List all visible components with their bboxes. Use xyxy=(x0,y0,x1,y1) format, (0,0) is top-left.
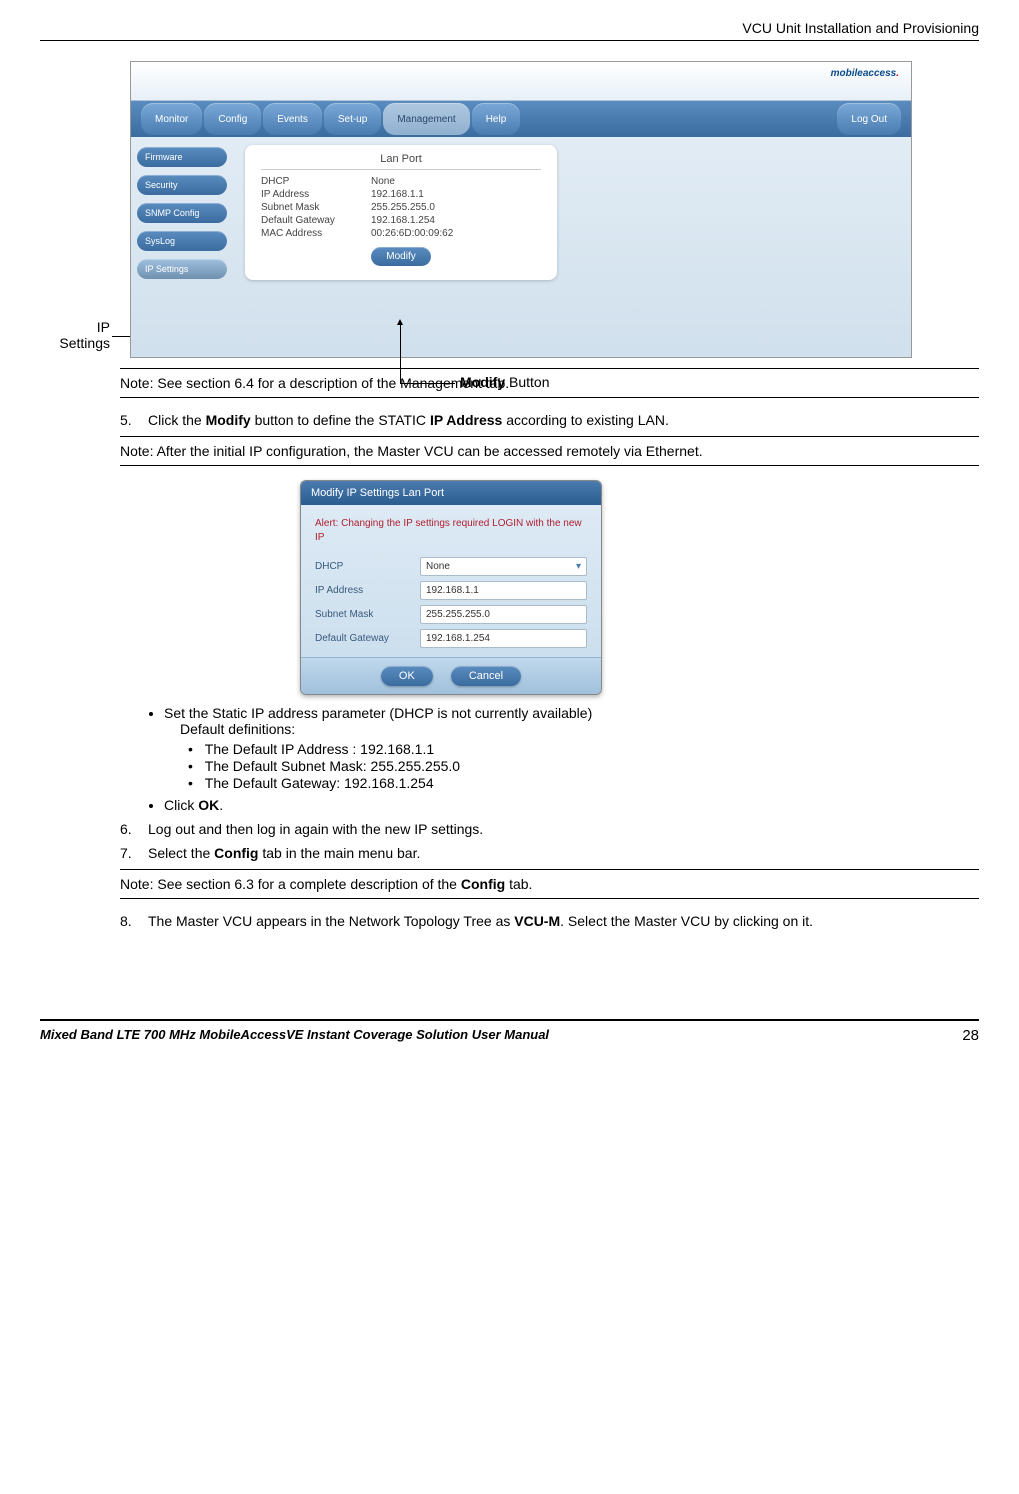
note-config-tab: Note: See section 6.3 for a complete des… xyxy=(120,869,979,899)
ok-button[interactable]: OK xyxy=(381,666,433,686)
bullet-set-static: Set the Static IP address parameter (DHC… xyxy=(164,705,979,791)
sidebar-firmware[interactable]: Firmware xyxy=(137,147,227,167)
lan-panel-title: Lan Port xyxy=(261,153,541,170)
nav-help[interactable]: Help xyxy=(472,103,521,135)
page-number: 28 xyxy=(962,1027,979,1044)
dialog-alert: Alert: Changing the IP settings required… xyxy=(315,517,587,545)
header-title: VCU Unit Installation and Provisioning xyxy=(742,20,979,36)
dhcp-select[interactable]: None xyxy=(420,557,587,576)
page-footer: Mixed Band LTE 700 MHz MobileAccessVE In… xyxy=(40,1019,979,1044)
sub-bullet-ip: The Default IP Address : 192.168.1.1 xyxy=(188,741,979,757)
lan-row-mask: Subnet Mask255.255.255.0 xyxy=(261,202,541,213)
sub-bullet-gateway: The Default Gateway: 192.168.1.254 xyxy=(188,775,979,791)
logo-mobileaccess: mobileaccess. xyxy=(831,68,899,79)
sidebar-security[interactable]: Security xyxy=(137,175,227,195)
sub-bullet-list: The Default IP Address : 192.168.1.1 The… xyxy=(164,741,979,791)
lan-row-ip: IP Address192.168.1.1 xyxy=(261,189,541,200)
nav-setup[interactable]: Set-up xyxy=(324,103,381,135)
lan-row-dhcp: DHCPNone xyxy=(261,176,541,187)
topbar: mobileaccess. xyxy=(131,62,911,101)
modify-button[interactable]: Modify xyxy=(371,247,431,266)
sub-bullet-mask: The Default Subnet Mask: 255.255.255.0 xyxy=(188,758,979,774)
main-nav: Monitor Config Events Set-up Management … xyxy=(131,101,911,137)
sidebar-syslog[interactable]: SysLog xyxy=(137,231,227,251)
dialog-row-mask: Subnet Mask 255.255.255.0 xyxy=(315,605,587,624)
nav-management[interactable]: Management xyxy=(383,103,469,135)
callout-modify-label: Modify Button xyxy=(460,374,549,390)
step-8: 8. The Master VCU appears in the Network… xyxy=(120,913,979,929)
note-after-initial-ip: Note: After the initial IP configuration… xyxy=(120,436,979,466)
sidebar-snmp-config[interactable]: SNMP Config xyxy=(137,203,227,223)
dialog-buttons: OK Cancel xyxy=(301,657,601,694)
note-management-tab: Note: See section 6.4 for a description … xyxy=(120,368,979,398)
dialog-title: Modify IP Settings Lan Port xyxy=(301,481,601,505)
nav-events[interactable]: Events xyxy=(263,103,322,135)
bullet-click-ok: Click OK. xyxy=(164,797,979,813)
callout-ip-settings-label: IP Settings xyxy=(40,319,110,351)
sidebar: Firmware Security SNMP Config SysLog IP … xyxy=(131,137,233,358)
figure-management-ip-settings: IP Settings mobileaccess. Monitor Config… xyxy=(120,61,979,358)
sidebar-ip-settings[interactable]: IP Settings xyxy=(137,259,227,279)
lan-row-mac: MAC Address00:26:6D:00:09:62 xyxy=(261,228,541,239)
nav-config[interactable]: Config xyxy=(204,103,261,135)
step-6: 6. Log out and then log in again with th… xyxy=(120,821,979,837)
dialog-modify-ip-settings: Modify IP Settings Lan Port Alert: Chang… xyxy=(300,480,602,695)
ip-address-input[interactable]: 192.168.1.1 xyxy=(420,581,587,600)
dialog-row-dhcp: DHCP None xyxy=(315,557,587,576)
subnet-mask-input[interactable]: 255.255.255.0 xyxy=(420,605,587,624)
dialog-row-ip: IP Address 192.168.1.1 xyxy=(315,581,587,600)
callout-modify-line xyxy=(400,383,455,384)
bullet-list: Set the Static IP address parameter (DHC… xyxy=(120,705,979,813)
management-ui-screenshot: mobileaccess. Monitor Config Events Set-… xyxy=(130,61,912,358)
dialog-row-gateway: Default Gateway 192.168.1.254 xyxy=(315,629,587,648)
callout-modify-arrow xyxy=(400,324,401,384)
lan-port-panel: Lan Port DHCPNone IP Address192.168.1.1 … xyxy=(245,145,557,280)
nav-monitor[interactable]: Monitor xyxy=(141,103,202,135)
step-7: 7. Select the Config tab in the main men… xyxy=(120,845,979,861)
default-definitions-label: Default definitions: xyxy=(180,721,979,737)
step-5: 5. Click the Modify button to define the… xyxy=(120,412,979,428)
page-header: VCU Unit Installation and Provisioning xyxy=(40,20,979,41)
main-panel: Lan Port DHCPNone IP Address192.168.1.1 … xyxy=(233,137,911,358)
default-gateway-input[interactable]: 192.168.1.254 xyxy=(420,629,587,648)
cancel-button[interactable]: Cancel xyxy=(451,666,521,686)
footer-title: Mixed Band LTE 700 MHz MobileAccessVE In… xyxy=(40,1027,549,1044)
nav-logout[interactable]: Log Out xyxy=(837,103,901,135)
lan-row-gateway: Default Gateway192.168.1.254 xyxy=(261,215,541,226)
